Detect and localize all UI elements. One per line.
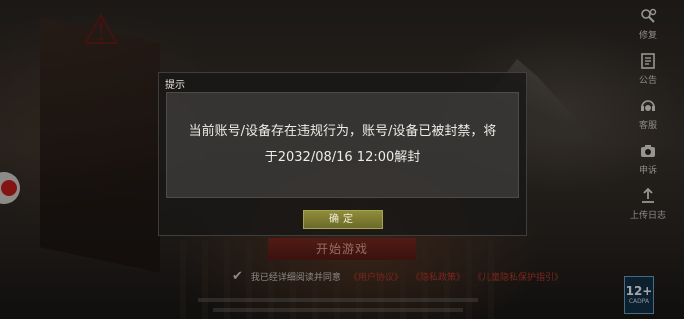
dialog-title: 提示 <box>165 80 185 91</box>
confirm-button[interactable]: 确定 <box>303 210 383 229</box>
dialog-body: 当前账号/设备存在违规行为，账号/设备已被封禁，将于2032/08/16 12:… <box>166 92 519 198</box>
ban-notice-dialog: 提示 当前账号/设备存在违规行为，账号/设备已被封禁，将于2032/08/16 … <box>158 72 527 236</box>
dialog-message: 当前账号/设备存在违规行为，账号/设备已被封禁，将于2032/08/16 12:… <box>188 124 497 165</box>
